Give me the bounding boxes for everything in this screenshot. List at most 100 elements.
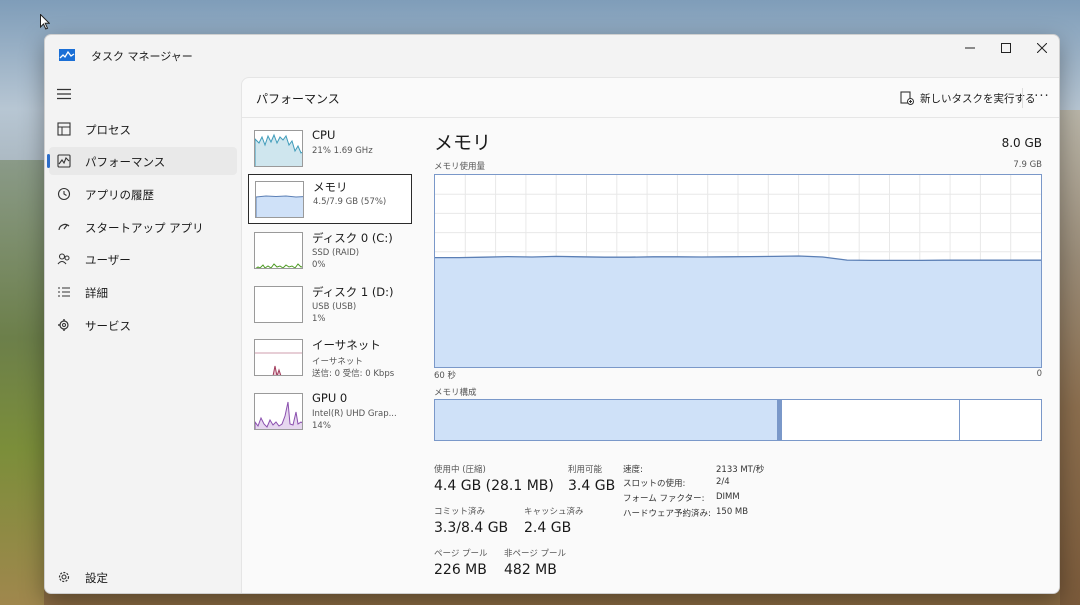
device-sub: イーサネット — [312, 357, 363, 367]
memory-usage-chart — [435, 175, 1041, 367]
startup-icon — [58, 223, 70, 231]
device-sub: SSD (RAID) — [312, 248, 360, 258]
sidebar-item-label: アプリの履歴 — [85, 188, 154, 202]
content-header: パフォーマンス 新しいタスクを実行する ··· — [242, 78, 1059, 118]
stat-value: 3.4 GB — [568, 478, 616, 494]
close-button[interactable] — [1023, 35, 1059, 61]
header-divider — [1022, 88, 1023, 108]
hamburger-menu-icon[interactable] — [57, 88, 71, 100]
memory-composition-label: メモリ構成 — [434, 388, 477, 398]
stat-nonpaged-pool: 非ページ プール 482 MB — [504, 547, 566, 578]
memory-thumbnail — [255, 181, 304, 218]
stat-paged-pool: ページ プール 226 MB — [434, 547, 488, 578]
window-title: タスク マネージャー — [91, 50, 193, 63]
device-sub: 0% — [312, 260, 326, 270]
memory-title: メモリ — [434, 132, 492, 154]
device-sub: USB (USB) — [312, 302, 357, 312]
run-new-task-button[interactable]: 新しいタスクを実行する — [900, 88, 1036, 108]
prop-speed-value: 2133 MT/秒 — [716, 465, 765, 475]
details-icon — [58, 287, 70, 297]
device-name: イーサネット — [312, 338, 381, 352]
device-sub: 4.5/7.9 GB (57%) — [313, 197, 387, 207]
device-disk-1[interactable]: ディスク 1 (D:) USB (USB) 1% — [248, 280, 412, 330]
sidebar-item-services[interactable]: サービス — [49, 311, 237, 339]
device-disk-0[interactable]: ディスク 0 (C:) SSD (RAID) 0% — [248, 226, 412, 276]
stat-value: 3.3/8.4 GB — [434, 520, 509, 536]
sidebar-item-label: 設定 — [85, 571, 108, 585]
services-icon — [58, 319, 69, 331]
gpu-thumbnail — [254, 393, 303, 430]
sidebar-item-app-history[interactable]: アプリの履歴 — [49, 180, 237, 208]
maximize-button[interactable] — [987, 35, 1025, 61]
stat-value: 226 MB — [434, 562, 487, 578]
page-title: パフォーマンス — [256, 92, 340, 106]
memory-usage-graph — [434, 174, 1042, 368]
sidebar-item-label: パフォーマンス — [85, 155, 166, 169]
graph-axis-right: 0 — [1036, 369, 1042, 379]
prop-form-factor-value: DIMM — [716, 492, 740, 502]
sidebar-item-label: 詳細 — [85, 286, 108, 300]
memory-usage-max: 7.9 GB — [1013, 160, 1042, 170]
stat-label: 使用中 (圧縮) — [434, 465, 486, 475]
mouse-cursor-icon — [40, 14, 50, 30]
gear-icon — [58, 571, 70, 583]
history-icon — [57, 187, 71, 201]
disk0-thumbnail — [254, 232, 303, 269]
minimize-button[interactable] — [951, 35, 989, 61]
disk1-thumbnail — [254, 286, 303, 323]
desktop-wallpaper-right — [1060, 110, 1080, 605]
device-ethernet[interactable]: イーサネット イーサネット 送信: 0 受信: 0 Kbps — [248, 333, 412, 383]
device-sub: 送信: 0 受信: 0 Kbps — [312, 369, 395, 379]
prop-form-factor-label: フォーム ファクター: — [623, 494, 705, 504]
cpu-thumbnail — [254, 130, 303, 167]
prop-slots-label: スロットの使用: — [623, 479, 686, 489]
device-memory[interactable]: メモリ 4.5/7.9 GB (57%) — [248, 174, 412, 224]
maximize-icon — [1001, 43, 1011, 53]
stat-label: コミット済み — [434, 507, 486, 517]
performance-panel: パフォーマンス 新しいタスクを実行する ··· CPU 21% 1.69 GHz — [241, 77, 1059, 593]
minimize-icon — [965, 47, 975, 49]
stat-label: ページ プール — [434, 549, 488, 559]
sidebar-item-performance[interactable]: パフォーマンス — [47, 147, 237, 175]
device-sub: 21% 1.69 GHz — [312, 146, 373, 156]
sidebar-item-startup-apps[interactable]: スタートアップ アプリ — [49, 213, 237, 241]
close-icon — [1037, 43, 1047, 53]
desktop-wallpaper-left — [0, 160, 44, 605]
sidebar-item-label: プロセス — [85, 123, 131, 137]
stat-value: 4.4 GB (28.1 MB) — [434, 478, 554, 494]
title-bar[interactable]: タスク マネージャー — [45, 35, 1059, 75]
sidebar-item-label: ユーザー — [85, 253, 131, 267]
sidebar-item-settings[interactable]: 設定 — [49, 563, 237, 591]
sidebar: プロセス パフォーマンス アプリの履歴 スタートアップ アプリ ユーザー 詳細 … — [45, 75, 241, 593]
task-manager-window: タスク マネージャー プロセス パフォーマンス アプリの履歴 スタートアップ ア… — [44, 34, 1060, 594]
graph-axis-left: 60 秒 — [434, 371, 457, 381]
stat-cached: キャッシュ済み 2.4 GB — [524, 505, 584, 536]
prop-hw-reserved-label: ハードウェア予約済み: — [623, 509, 711, 519]
users-icon — [57, 253, 70, 265]
device-sub: 1% — [312, 314, 326, 324]
more-options-button[interactable]: ··· — [1030, 89, 1054, 107]
ethernet-thumbnail — [254, 339, 303, 376]
sidebar-item-users[interactable]: ユーザー — [49, 245, 237, 273]
device-name: ディスク 0 (C:) — [312, 231, 393, 245]
device-sub: 14% — [312, 421, 331, 431]
sidebar-item-processes[interactable]: プロセス — [49, 115, 237, 143]
device-cpu[interactable]: CPU 21% 1.69 GHz — [248, 124, 412, 174]
device-gpu-0[interactable]: GPU 0 Intel(R) UHD Grap... 14% — [248, 387, 412, 437]
sidebar-item-label: スタートアップ アプリ — [85, 221, 204, 235]
sidebar-item-details[interactable]: 詳細 — [49, 278, 237, 306]
prop-speed-label: 速度: — [623, 465, 643, 475]
stat-available: 利用可能 3.4 GB — [568, 463, 615, 494]
stat-value: 2.4 GB — [524, 520, 572, 536]
composition-standby — [782, 400, 960, 440]
memory-composition-bar — [434, 399, 1042, 441]
memory-total: 8.0 GB — [1001, 136, 1042, 150]
run-task-icon — [900, 91, 914, 105]
run-task-label: 新しいタスクを実行する — [920, 92, 1036, 105]
stat-label: 利用可能 — [568, 465, 603, 475]
memory-usage-label: メモリ使用量 — [434, 162, 486, 172]
stat-committed: コミット済み 3.3/8.4 GB — [434, 505, 508, 536]
device-name: ディスク 1 (D:) — [312, 285, 394, 299]
sidebar-item-label: サービス — [85, 319, 131, 333]
device-name: CPU — [312, 128, 336, 142]
